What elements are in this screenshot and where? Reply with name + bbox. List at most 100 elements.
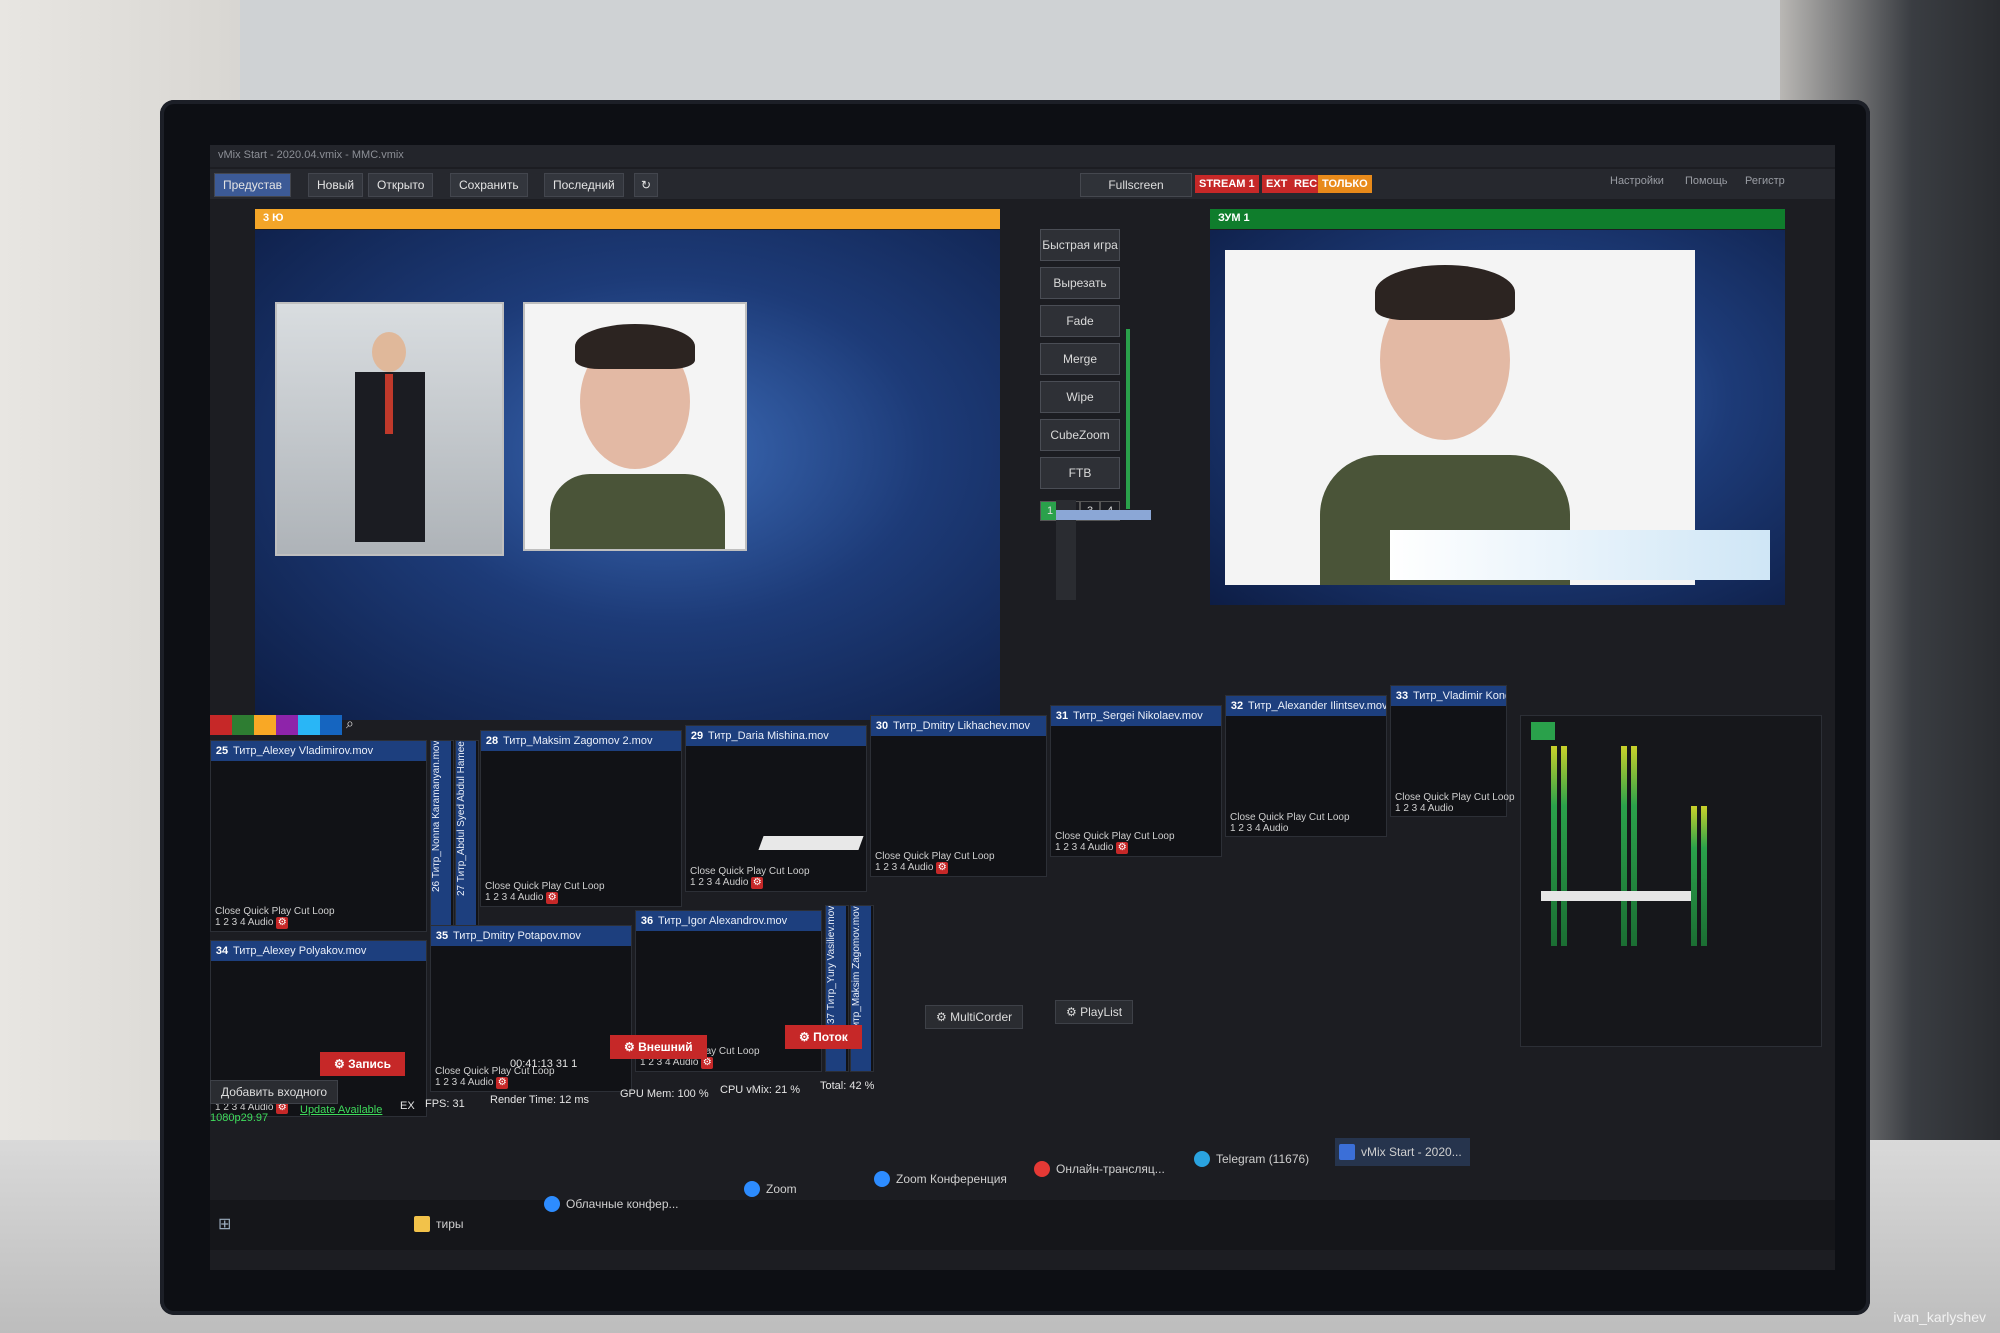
output-header: ЗУМ 1 bbox=[1210, 209, 1785, 229]
fps-indicator: FPS: 31 bbox=[425, 1098, 465, 1110]
input-header-vertical: 27 Титр_Abdul Syed Abdul Hamee bbox=[456, 741, 476, 931]
fullscreen-dropdown[interactable]: Fullscreen bbox=[1080, 173, 1192, 197]
gear-icon[interactable]: ⚙ bbox=[546, 892, 559, 904]
timecode: 00:41:13 31 1 bbox=[510, 1058, 578, 1070]
input-card-32[interactable]: 32 Титр_Alexander Ilintsev.mov Close Quic… bbox=[1225, 695, 1387, 837]
cut-button[interactable]: Вырезать bbox=[1040, 267, 1120, 299]
input-controls[interactable]: Close Quick Play Cut Loop1 2 3 4 Audio ⚙ bbox=[875, 851, 995, 874]
input-controls[interactable]: Close Quick Play Cut Loop1 2 3 4 Audio ⚙ bbox=[485, 881, 605, 904]
only-badge[interactable]: ТОЛЬКО bbox=[1318, 175, 1372, 193]
stream-badge[interactable]: STREAM 1 bbox=[1195, 175, 1259, 193]
playlist-button[interactable]: ⚙ PlayList bbox=[1055, 1000, 1134, 1024]
swatch-yellow[interactable] bbox=[254, 715, 276, 735]
taskbar-item-telegram[interactable]: Telegram (11676) bbox=[1190, 1145, 1317, 1173]
quick-play-button[interactable]: Быстрая игра bbox=[1040, 229, 1120, 261]
menu-presets[interactable]: Предустав bbox=[214, 173, 291, 197]
transition-level-meter bbox=[1126, 329, 1130, 509]
resolution-indicator: 1080p29.97 bbox=[210, 1112, 269, 1124]
menu-last[interactable]: Последний bbox=[544, 173, 624, 197]
audio-volume-slider[interactable] bbox=[1541, 891, 1691, 901]
gear-icon[interactable]: ⚙ bbox=[334, 1057, 348, 1071]
merge-button[interactable]: Merge bbox=[1040, 343, 1120, 375]
fade-button[interactable]: Fade bbox=[1040, 305, 1120, 337]
external-button[interactable]: ⚙ Внешний bbox=[610, 1035, 707, 1059]
input-header: 34 Титр_Alexey Polyakov.mov bbox=[211, 941, 426, 961]
audio-meter bbox=[1701, 806, 1707, 946]
vmix-icon bbox=[1339, 1144, 1355, 1160]
vmix-window: vMix Start - 2020.04.vmix - MMC.vmix Пре… bbox=[210, 145, 1835, 1270]
cubezoom-button[interactable]: CubeZoom bbox=[1040, 419, 1120, 451]
swatch-red[interactable] bbox=[210, 715, 232, 735]
folder-icon bbox=[414, 1216, 430, 1232]
add-input-button[interactable]: Добавить входного bbox=[210, 1080, 339, 1104]
input-card-29[interactable]: 29 Титр_Daria Mishina.mov Close Quick Pla… bbox=[685, 725, 867, 892]
stream-button[interactable]: ⚙ Поток bbox=[785, 1025, 862, 1049]
menu-settings[interactable]: Настройки bbox=[1610, 175, 1664, 187]
input-header-vertical: 26 Титр_Nonna Karamanyan.mov bbox=[431, 741, 451, 931]
windows-start-icon[interactable]: ⊞ bbox=[218, 1214, 238, 1234]
input-thumbnail bbox=[758, 836, 864, 850]
gear-icon[interactable]: ⚙ bbox=[751, 877, 764, 889]
gear-icon[interactable]: ⚙ bbox=[936, 862, 949, 874]
ftb-button[interactable]: FTB bbox=[1040, 457, 1120, 489]
gear-icon[interactable]: ⚙ bbox=[624, 1040, 638, 1054]
taskbar-item-zoom[interactable]: Zoom bbox=[740, 1175, 805, 1203]
taskbar-item-zoom-conf[interactable]: Zoom Конференция bbox=[870, 1165, 1015, 1193]
input-controls[interactable]: Close Quick Play Cut Loop1 2 3 4 Audio ⚙ bbox=[215, 906, 335, 929]
input-controls[interactable]: Close Quick Play Cut Loop1 2 3 4 Audio ⚙ bbox=[1055, 831, 1175, 854]
menu-register[interactable]: Регистр bbox=[1745, 175, 1785, 187]
preview-monitor[interactable] bbox=[255, 230, 1000, 720]
input-card-26[interactable]: 26 Титр_Nonna Karamanyan.mov bbox=[430, 740, 454, 932]
input-controls[interactable]: Close Quick Play Cut Loop 1 2 3 4 Audio bbox=[1395, 792, 1515, 814]
input-card-25[interactable]: 25 Титр_Alexey Vladimirov.mov Close Quick… bbox=[210, 740, 427, 932]
audio-meter bbox=[1551, 746, 1557, 946]
audio-mute-button[interactable] bbox=[1531, 722, 1555, 740]
refresh-icon[interactable]: ↻ bbox=[634, 173, 659, 197]
multicorder-button[interactable]: ⚙ MultiCorder bbox=[925, 1005, 1024, 1029]
gear-icon[interactable]: ⚙ bbox=[799, 1030, 813, 1044]
input-card-28[interactable]: 28 Титр_Maksim Zagomov 2.mov Close Quick … bbox=[480, 730, 682, 907]
swatch-purple[interactable] bbox=[276, 715, 298, 735]
menu-help[interactable]: Помощь bbox=[1685, 175, 1728, 187]
update-link[interactable]: Update Available bbox=[300, 1104, 382, 1116]
telegram-icon bbox=[1194, 1151, 1210, 1167]
taskbar-item-online[interactable]: Онлайн-трансляц... bbox=[1030, 1155, 1173, 1183]
taskbar-item-vmix[interactable]: vMix Start - 2020... bbox=[1335, 1138, 1470, 1166]
audio-meter bbox=[1691, 806, 1697, 946]
input-card-31[interactable]: 31 Титр_Sergei Nikolaev.mov Close Quick P… bbox=[1050, 705, 1222, 857]
input-card-33[interactable]: 33Титр_Vladimir Kondratenko Close Quick … bbox=[1390, 685, 1515, 817]
record-button[interactable]: ⚙ Запись bbox=[320, 1052, 405, 1076]
audio-meter bbox=[1621, 746, 1627, 946]
cpu-total: Total: 42 % bbox=[820, 1080, 875, 1092]
gear-icon[interactable]: ⚙ bbox=[1066, 1005, 1080, 1019]
menu-save[interactable]: Сохранить bbox=[450, 173, 528, 197]
swatch-blue[interactable] bbox=[320, 715, 342, 735]
input-card-30[interactable]: 30 Титр_Dmitry Likhachev.mov Close Quick … bbox=[870, 715, 1047, 877]
taskbar-item-cloud-conf[interactable]: Облачные конфер... bbox=[540, 1190, 687, 1218]
menu-open[interactable]: Открыто bbox=[368, 173, 434, 197]
swatch-cyan[interactable] bbox=[298, 715, 320, 735]
gear-icon[interactable]: ⚙ bbox=[1116, 842, 1129, 854]
swatch-green[interactable] bbox=[232, 715, 254, 735]
ex-indicator: EX bbox=[400, 1100, 415, 1112]
ext-badge[interactable]: EXT bbox=[1262, 175, 1292, 193]
status-area: Добавить входного ⚙ Запись 00:41:13 31 1… bbox=[210, 1000, 1835, 1200]
gear-icon[interactable]: ⚙ bbox=[276, 917, 289, 929]
input-controls[interactable]: Close Quick Play Cut Loop 1 2 3 4 Audio bbox=[1230, 812, 1350, 834]
input-header: 33Титр_Vladimir Kondratenko bbox=[1391, 686, 1506, 706]
wipe-button[interactable]: Wipe bbox=[1040, 381, 1120, 413]
zoom-icon bbox=[744, 1181, 760, 1197]
rec-badge[interactable]: REC bbox=[1290, 175, 1322, 193]
input-card-27[interactable]: 27 Титр_Abdul Syed Abdul Hamee bbox=[455, 740, 479, 932]
menu-new[interactable]: Новый bbox=[308, 173, 364, 197]
search-icon[interactable]: ⌕ bbox=[346, 715, 354, 732]
guest-camera bbox=[523, 302, 747, 551]
taskbar-item-folder[interactable]: тиры bbox=[410, 1210, 472, 1238]
input-header: 35 Титр_Dmitry Potapov.mov bbox=[431, 926, 631, 946]
t-bar-handle[interactable] bbox=[1056, 510, 1151, 520]
input-controls[interactable]: Close Quick Play Cut Loop1 2 3 4 Audio ⚙ bbox=[690, 866, 810, 889]
preview-header: 3 Ю bbox=[255, 209, 1000, 229]
gear-icon[interactable]: ⚙ bbox=[936, 1010, 950, 1024]
window-title: vMix Start - 2020.04.vmix - MMC.vmix bbox=[218, 149, 404, 161]
t-bar-slider[interactable] bbox=[1056, 500, 1151, 600]
